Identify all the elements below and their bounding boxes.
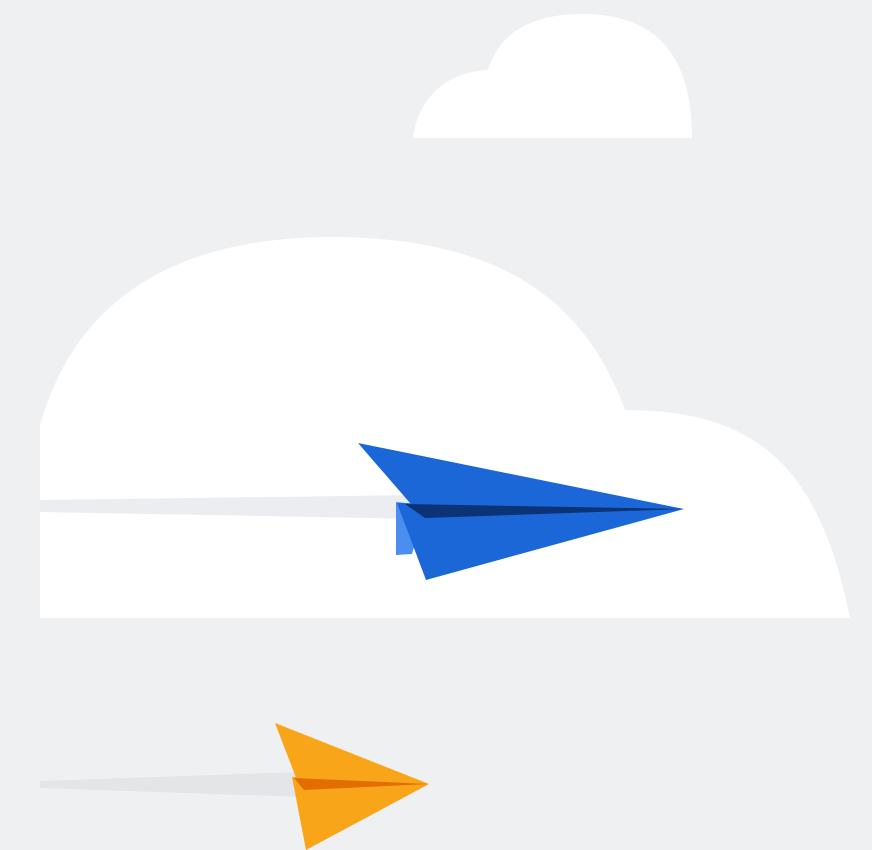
illustration-scene <box>0 0 872 850</box>
small-cloud <box>413 14 692 138</box>
orange-plane-trail <box>40 772 304 797</box>
orange-paper-plane-icon <box>275 723 429 850</box>
illustration-canvas <box>40 14 850 850</box>
